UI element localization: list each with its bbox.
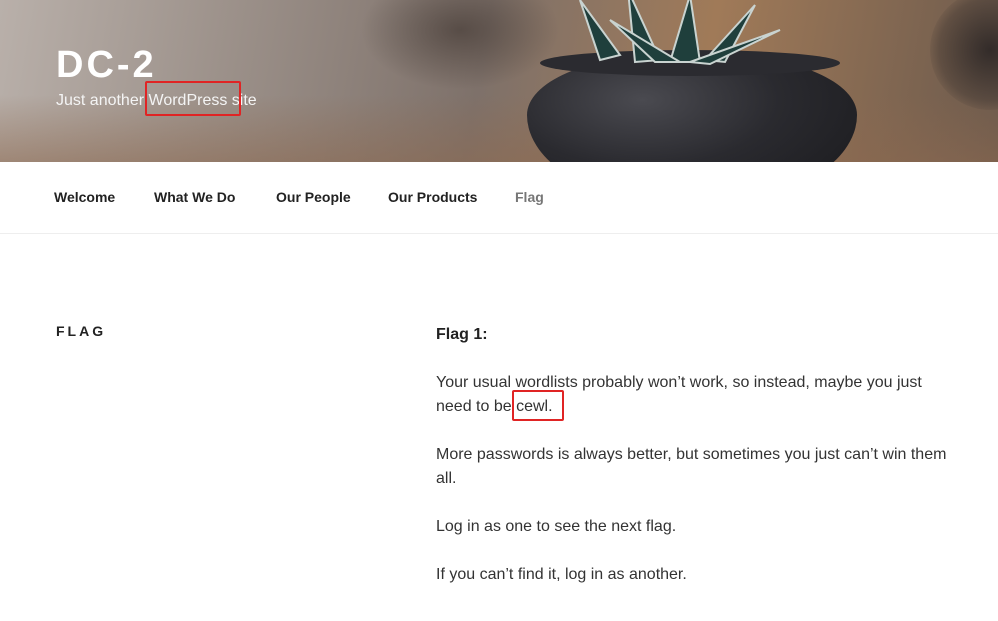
site-description: Just another WordPress site: [56, 92, 257, 110]
paragraph-wordlists: Your usual wordlists probably won’t work…: [436, 371, 956, 419]
site-description-highlight: WordPress: [148, 92, 228, 109]
header-image-bokeh: [360, 0, 560, 90]
site-title[interactable]: DC-2: [56, 44, 157, 87]
nav-item-welcome[interactable]: Welcome: [54, 189, 115, 205]
header-image-plant-leaves: [579, 0, 781, 66]
paragraph-wordlists-text: Your usual wordlists probably won’t work…: [436, 374, 922, 415]
site-description-post: site: [227, 92, 257, 109]
nav-item-our-people[interactable]: Our People: [276, 189, 351, 205]
paragraph-login: Log in as one to see the next flag.: [436, 518, 677, 535]
main-navigation: Welcome What We Do Our People Our Produc…: [0, 162, 998, 234]
page-title: FLAG: [56, 323, 107, 339]
nav-item-flag[interactable]: Flag: [515, 189, 544, 205]
paragraph-passwords: More passwords is always better, but som…: [436, 446, 947, 487]
paragraph-another: If you can’t find it, log in as another.: [436, 566, 687, 583]
site-header: DC-2 Just another WordPress site: [0, 0, 998, 162]
nav-item-what-we-do[interactable]: What We Do: [154, 189, 235, 205]
nav-item-our-products[interactable]: Our Products: [388, 189, 477, 205]
entry-content: Flag 1: Your usual wordlists probably wo…: [436, 323, 956, 611]
site-description-pre: Just another: [56, 92, 149, 109]
header-image-bokeh-right: [930, 0, 998, 110]
cewl-text: cewl.: [516, 398, 553, 415]
flag-heading: Flag 1:: [436, 326, 488, 343]
